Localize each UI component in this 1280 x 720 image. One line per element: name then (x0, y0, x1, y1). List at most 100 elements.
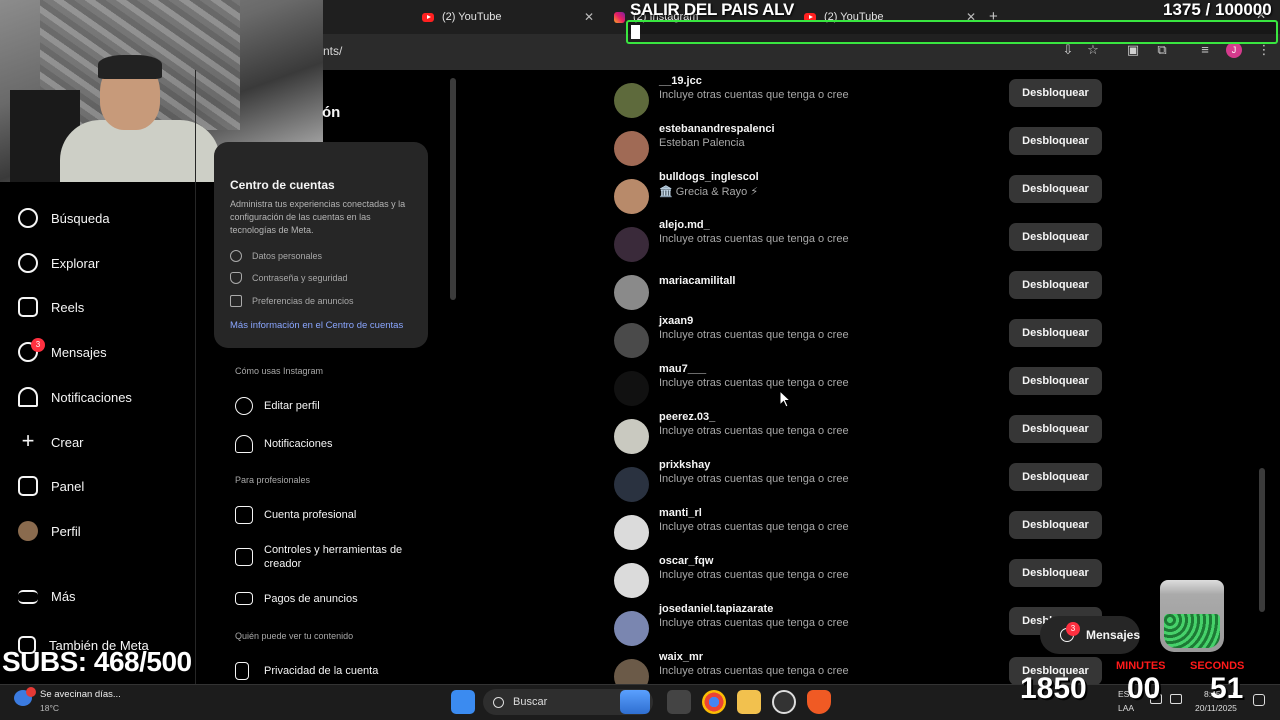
list-item: bulldogs_inglescol 🏛️ Grecia & Rayo ⚡ De… (614, 171, 1104, 219)
subtitle: Incluye otras cuentas que tenga o cree (659, 473, 849, 485)
url-text[interactable]: nts/ (323, 44, 342, 58)
profile-avatar[interactable]: J (1226, 42, 1242, 58)
avatar[interactable] (614, 659, 649, 684)
menu-kebab-icon[interactable]: ⋮ (1256, 42, 1272, 58)
media-icon[interactable]: ≡ (1197, 42, 1213, 58)
webcam-person-hair (98, 55, 162, 79)
avatar[interactable] (614, 467, 649, 502)
sidebar-more-label: Más (51, 589, 76, 604)
avatar[interactable] (614, 515, 649, 550)
settings-item-privacy[interactable]: Privacidad de la cuenta (235, 662, 378, 680)
avatar[interactable] (614, 131, 649, 166)
account-center-card[interactable] (214, 142, 428, 348)
unblock-button[interactable]: Desbloquear (1009, 271, 1102, 299)
sidebar-item-notifications[interactable]: Notificaciones (18, 387, 132, 407)
unblock-button[interactable]: Desbloquear (1009, 367, 1102, 395)
subtitle: Incluye otras cuentas que tenga o cree (659, 665, 849, 677)
tab-title: (2) YouTube (442, 11, 502, 23)
account-center-more-link[interactable]: Más información en el Centro de cuentas (230, 320, 403, 331)
username[interactable]: prixkshay (659, 459, 710, 471)
unblock-button[interactable]: Desbloquear (1009, 559, 1102, 587)
browser-tab[interactable]: (2) YouTube ✕ (412, 4, 600, 30)
timer-seconds-label: SECONDS (1190, 660, 1245, 672)
close-tab-icon[interactable]: ✕ (584, 10, 594, 24)
sidebar-item-dashboard[interactable]: Panel (18, 476, 84, 496)
bookmark-star-icon[interactable]: ☆ (1085, 42, 1101, 58)
avatar[interactable] (614, 275, 649, 310)
sidebar-more[interactable]: Más (18, 589, 76, 604)
account-center-link[interactable]: Datos personales (230, 250, 322, 262)
username[interactable]: mau7___ (659, 363, 706, 375)
avatar[interactable] (614, 419, 649, 454)
unblock-button[interactable]: Desbloquear (1009, 415, 1102, 443)
username[interactable]: estebanandrespalenci (659, 123, 775, 135)
list-item: peerez.03_ Incluye otras cuentas que ten… (614, 411, 1104, 459)
settings-item-professional[interactable]: Cuenta profesional (235, 506, 356, 524)
avatar[interactable] (614, 371, 649, 406)
unblock-button[interactable]: Desbloquear (1009, 319, 1102, 347)
settings-scrollbar[interactable] (450, 78, 456, 300)
subtitle: Esteban Palencia (659, 137, 745, 149)
section-heading: Para profesionales (235, 475, 311, 485)
username[interactable]: oscar_fqw (659, 555, 713, 567)
weather-text[interactable]: Se avecinan días... (40, 689, 121, 700)
store-icon (235, 506, 253, 524)
volume-icon[interactable] (1170, 694, 1182, 704)
unblock-button[interactable]: Desbloquear (1009, 223, 1102, 251)
windows-start-icon[interactable] (451, 690, 475, 714)
sidebar-item-profile[interactable]: Perfil (18, 521, 81, 541)
page-scrollbar[interactable] (1259, 468, 1265, 612)
card-icon (235, 592, 253, 605)
avatar[interactable] (614, 179, 649, 214)
copilot-widget-icon[interactable] (620, 690, 650, 714)
username[interactable]: jxaan9 (659, 315, 693, 327)
bell-icon (235, 435, 253, 453)
settings-item-creator-tools[interactable]: Controles y herramientas de creador (235, 543, 415, 571)
shield-icon (230, 272, 242, 284)
goal-count: 1375 / 100000 (1163, 0, 1272, 19)
puzzle-icon[interactable]: ⧉ (1154, 42, 1170, 58)
username[interactable]: waix_mr (659, 651, 703, 663)
chrome-icon[interactable] (702, 690, 726, 714)
sidebar-item-label: Mensajes (51, 344, 107, 360)
username[interactable]: bulldogs_inglescol (659, 171, 759, 183)
username[interactable]: __19.jcc (659, 75, 702, 87)
file-explorer-icon[interactable] (737, 690, 761, 714)
extension-icon[interactable]: ▣ (1125, 42, 1141, 58)
account-center-link[interactable]: Contraseña y seguridad (230, 272, 348, 284)
unblock-button[interactable]: Desbloquear (1009, 79, 1102, 107)
settings-item-ad-payments[interactable]: Pagos de anuncios (235, 592, 358, 605)
weather-temp: 18°C (40, 703, 59, 713)
sidebar-item-search[interactable]: Búsqueda (18, 208, 110, 228)
username[interactable]: peerez.03_ (659, 411, 715, 423)
avatar[interactable] (614, 323, 649, 358)
avatar[interactable] (614, 563, 649, 598)
app-icon[interactable] (772, 690, 796, 714)
subtitle: Incluye otras cuentas que tenga o cree (659, 521, 849, 533)
username[interactable]: manti_rl (659, 507, 702, 519)
sidebar-item-create[interactable]: + Crear (18, 430, 84, 452)
goal-title: SALIR DEL PAIS ALV (630, 0, 794, 19)
install-icon[interactable]: ⇩ (1060, 42, 1076, 58)
sidebar-item-explore[interactable]: Explorar (18, 253, 99, 273)
unblock-button[interactable]: Desbloquear (1009, 463, 1102, 491)
sidebar-item-reels[interactable]: Reels (18, 297, 84, 317)
notification-center-icon[interactable] (1253, 694, 1265, 706)
username[interactable]: mariacamilitall (659, 275, 735, 287)
username[interactable]: alejo.md_ (659, 219, 710, 231)
unblock-button[interactable]: Desbloquear (1009, 511, 1102, 539)
task-view-icon[interactable] (667, 690, 691, 714)
account-center-link[interactable]: Preferencias de anuncios (230, 295, 354, 307)
unblock-button[interactable]: Desbloquear (1009, 127, 1102, 155)
sidebar-item-label: Panel (51, 478, 85, 494)
settings-item-notifications[interactable]: Notificaciones (235, 435, 332, 453)
messages-floating-button[interactable]: Mensajes (1040, 616, 1140, 654)
avatar[interactable] (614, 611, 649, 646)
brave-icon[interactable] (807, 690, 831, 714)
avatar[interactable] (614, 227, 649, 262)
avatar[interactable] (614, 83, 649, 118)
settings-item-edit-profile[interactable]: Editar perfil (235, 397, 320, 415)
timer-minutes-label: MINUTES (1116, 660, 1166, 672)
unblock-button[interactable]: Desbloquear (1009, 175, 1102, 203)
username[interactable]: josedaniel.tapiazarate (659, 603, 773, 615)
